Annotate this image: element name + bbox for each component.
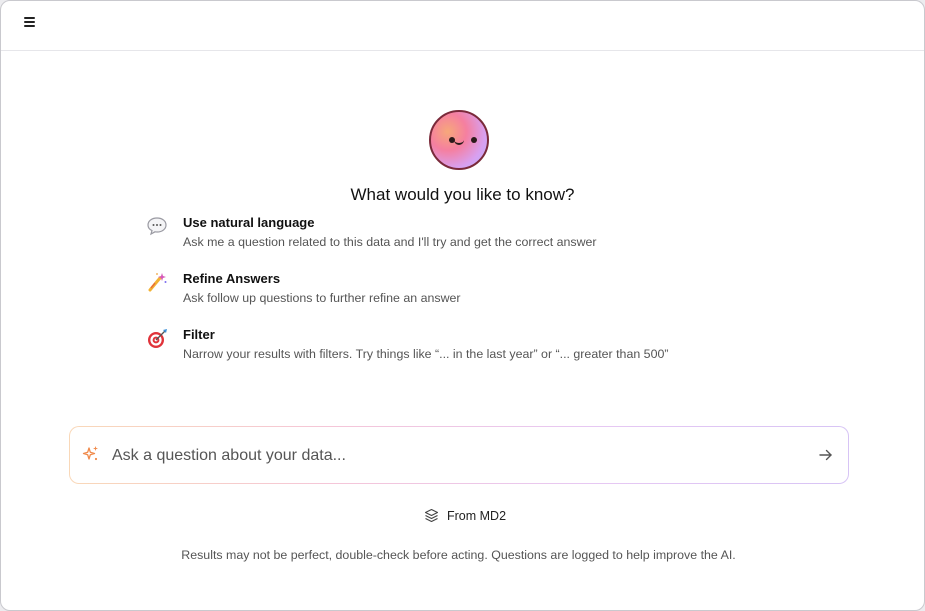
sparkle-icon xyxy=(82,444,100,464)
feature-title: Filter xyxy=(183,327,215,342)
question-input-container xyxy=(69,426,849,484)
hamburger-menu-icon[interactable] xyxy=(21,13,39,31)
disclaimer-text: Results may not be perfect, double-check… xyxy=(181,548,736,562)
app-window: What would you like to know? Use natural… xyxy=(0,0,925,611)
speech-bubble-icon xyxy=(145,215,169,239)
target-icon xyxy=(145,327,169,351)
magic-wand-icon xyxy=(145,271,169,295)
avatar-mouth xyxy=(454,137,464,145)
feature-description: Ask follow up questions to further refin… xyxy=(183,291,461,305)
question-input[interactable] xyxy=(110,439,794,473)
assistant-avatar xyxy=(429,110,489,170)
arrow-right-icon[interactable] xyxy=(816,445,836,465)
layers-icon xyxy=(424,508,439,523)
feature-description: Narrow your results with filters. Try th… xyxy=(183,347,669,361)
data-source-label: From MD2 xyxy=(447,509,507,523)
feature-title: Use natural language xyxy=(183,215,315,230)
question-input-box xyxy=(70,427,848,483)
feature-description: Ask me a question related to this data a… xyxy=(183,235,597,249)
page-title: What would you like to know? xyxy=(350,185,575,204)
top-bar xyxy=(1,1,924,51)
avatar-right-eye xyxy=(471,137,477,143)
feature-title: Refine Answers xyxy=(183,271,281,286)
